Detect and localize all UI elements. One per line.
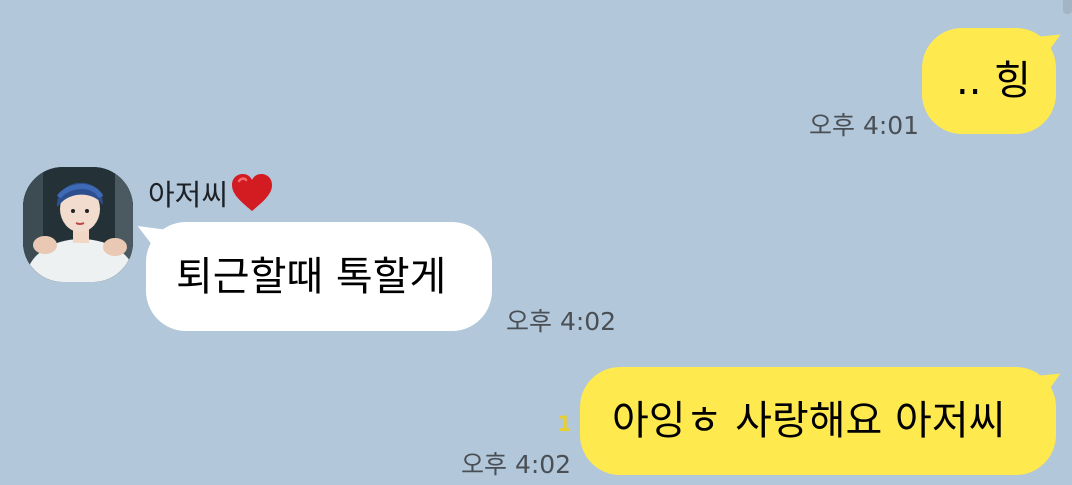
message-time: 오후 4:01 bbox=[809, 111, 920, 140]
message-text: 아잉ㅎ 사랑해요 아저씨 bbox=[612, 398, 1006, 444]
message-bubble-mine[interactable]: 아잉ㅎ 사랑해요 아저씨 bbox=[580, 367, 1056, 475]
message-time: 오후 4:02 bbox=[506, 307, 617, 336]
avatar-photo bbox=[23, 167, 133, 282]
message-time: 오후 4:02 bbox=[461, 450, 572, 479]
unread-count: 1 bbox=[557, 412, 572, 436]
message-bubble-other[interactable]: 퇴근할때 톡할게 bbox=[146, 222, 492, 331]
message-text: .. 힝 bbox=[956, 58, 1031, 104]
sender-name-text: 아저씨 bbox=[148, 178, 229, 212]
scrollbar[interactable] bbox=[1063, 0, 1072, 14]
avatar[interactable] bbox=[23, 167, 133, 282]
message-text: 퇴근할때 톡할게 bbox=[176, 253, 447, 300]
message-bubble-mine[interactable]: .. 힝 bbox=[922, 28, 1056, 134]
sender-name: 아저씨 bbox=[148, 172, 274, 214]
red-heart-icon bbox=[232, 174, 273, 211]
